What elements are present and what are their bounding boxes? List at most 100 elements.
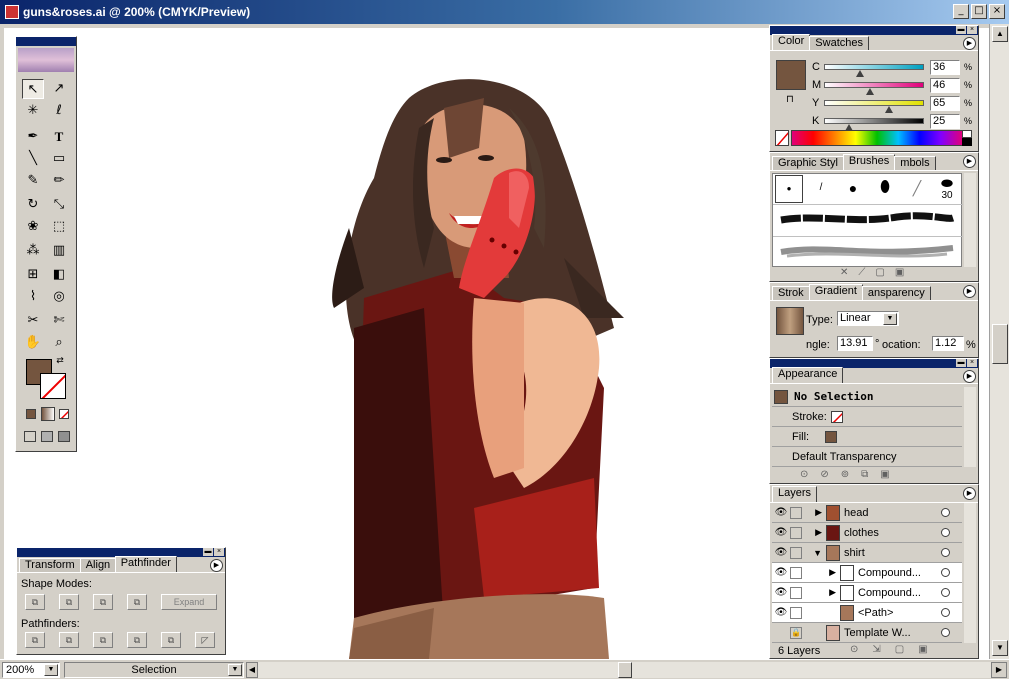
eye-icon[interactable]: 👁 bbox=[772, 527, 790, 538]
scale-tool-icon[interactable]: ⤡ bbox=[48, 195, 70, 215]
none-mode-icon[interactable] bbox=[59, 409, 69, 419]
gradient-mode-icon[interactable] bbox=[41, 407, 55, 421]
target-circle-icon[interactable] bbox=[941, 628, 950, 637]
layer-row[interactable]: 👁 ▼ shirt bbox=[772, 543, 962, 563]
crop-icon[interactable]: ⧉ bbox=[127, 632, 147, 648]
calligraphic-brush-6[interactable]: ⬬ 30 bbox=[933, 175, 961, 203]
color-mode-icon[interactable] bbox=[26, 409, 36, 419]
rotate-tool-icon[interactable]: ↻ bbox=[22, 195, 44, 215]
black-color-chip[interactable] bbox=[962, 138, 972, 146]
zoom-select[interactable]: 200% ▼ bbox=[2, 661, 60, 678]
status-tool-select[interactable]: Selection ▼ bbox=[64, 661, 244, 678]
vertical-scrollbar[interactable]: ▲ ▼ bbox=[989, 24, 1009, 659]
lock-toggle[interactable] bbox=[790, 506, 802, 519]
tab-gradient[interactable]: Gradient bbox=[808, 284, 863, 300]
target-circle-icon[interactable] bbox=[941, 608, 950, 617]
channel-slider[interactable] bbox=[824, 100, 924, 106]
layer-row[interactable]: 👁 ▶ clothes bbox=[772, 523, 962, 543]
free-transform-tool-icon[interactable]: ⬚ bbox=[48, 217, 70, 237]
pen-tool-icon[interactable]: ✒ bbox=[22, 127, 44, 147]
hand-tool-icon[interactable]: ✋ bbox=[22, 333, 44, 353]
full-screen-menu-mode-icon[interactable] bbox=[41, 431, 53, 442]
layer-row[interactable]: 👁 ▶ head bbox=[772, 503, 962, 523]
white-color-chip[interactable] bbox=[962, 130, 972, 138]
close-icon[interactable]: × bbox=[214, 548, 224, 556]
tab-transparency[interactable]: ansparency bbox=[861, 286, 931, 300]
panel-menu-icon[interactable]: ▶ bbox=[963, 487, 976, 500]
tab-symbols[interactable]: mbols bbox=[894, 156, 936, 170]
expand-triangle-icon[interactable]: ▶ bbox=[808, 587, 836, 598]
panel-menu-icon[interactable]: ▶ bbox=[963, 37, 976, 50]
appearance-selection-row[interactable]: No Selection bbox=[772, 387, 962, 407]
gradient-type-select[interactable]: Linear ▼ bbox=[837, 311, 899, 326]
appearance-panel-buttons[interactable]: ⊙⊘⊚⧉▣ bbox=[800, 469, 902, 480]
window-title-bar[interactable]: guns&roses.ai @ 200% (CMYK/Preview) _ □ … bbox=[0, 0, 1009, 24]
divide-icon[interactable]: ⧉ bbox=[25, 632, 45, 648]
color-channel-row-y[interactable]: Y 65% bbox=[810, 96, 975, 113]
current-fill-swatch[interactable] bbox=[776, 60, 806, 90]
toolbox-header[interactable] bbox=[16, 37, 76, 46]
calligraphic-brush-4[interactable]: ⬮ bbox=[871, 175, 899, 203]
outline-icon[interactable]: ⧉ bbox=[161, 632, 181, 648]
gamut-warning-icon[interactable]: ⊓ bbox=[786, 94, 794, 105]
exclude-shape-area-icon[interactable]: ⧉ bbox=[127, 594, 147, 610]
slider-thumb-icon[interactable] bbox=[866, 88, 874, 95]
subtract-shape-area-icon[interactable]: ⧉ bbox=[59, 594, 79, 610]
layer-row[interactable]: 🔒 Template W... bbox=[772, 623, 962, 643]
layers-scrollbar[interactable] bbox=[964, 503, 976, 643]
line-tool-icon[interactable]: ╲ bbox=[22, 149, 44, 169]
appearance-transparency-row[interactable]: Default Transparency bbox=[772, 447, 962, 467]
scroll-thumb[interactable] bbox=[992, 324, 1008, 364]
tab-pathfinder[interactable]: Pathfinder bbox=[114, 556, 177, 572]
tab-graphic-styles[interactable]: Graphic Styl bbox=[772, 156, 844, 170]
color-channel-row-c[interactable]: C 36% bbox=[810, 60, 975, 77]
chevron-down-icon[interactable]: ▼ bbox=[883, 313, 897, 325]
lock-toggle[interactable] bbox=[790, 566, 802, 579]
channel-value-input[interactable]: 25 bbox=[930, 114, 960, 129]
tab-transform[interactable]: Transform bbox=[19, 558, 81, 572]
rectangle-tool-icon[interactable]: ▭ bbox=[48, 149, 70, 169]
zoom-tool-icon[interactable]: ⌕ bbox=[48, 333, 70, 353]
lasso-tool-icon[interactable]: ℓ bbox=[48, 101, 70, 121]
stroke-none-swatch[interactable] bbox=[40, 373, 66, 399]
slider-thumb-icon[interactable] bbox=[856, 70, 864, 77]
target-circle-icon[interactable] bbox=[941, 548, 950, 557]
scroll-up-arrow-icon[interactable]: ▲ bbox=[992, 26, 1008, 42]
brush-list-scrollbar[interactable] bbox=[964, 173, 976, 267]
graph-tool-icon[interactable]: ▥ bbox=[48, 241, 70, 261]
layer-row[interactable]: 👁 ▶ Compound... bbox=[772, 583, 962, 603]
panel-menu-icon[interactable]: ▶ bbox=[963, 155, 976, 168]
none-color-icon[interactable] bbox=[775, 130, 789, 146]
channel-value-input[interactable]: 65 bbox=[930, 96, 960, 111]
tab-appearance[interactable]: Appearance bbox=[772, 367, 844, 383]
pencil-tool-icon[interactable]: ✏ bbox=[48, 171, 70, 191]
expand-triangle-icon[interactable]: ▶ bbox=[808, 507, 822, 518]
slider-thumb-icon[interactable] bbox=[885, 106, 893, 113]
eye-icon[interactable]: 👁 bbox=[772, 607, 790, 618]
layer-row[interactable]: 👁 <Path> bbox=[772, 603, 962, 623]
color-channel-row-m[interactable]: M 46% bbox=[810, 78, 975, 95]
full-screen-mode-icon[interactable] bbox=[58, 431, 70, 442]
lock-toggle[interactable] bbox=[790, 606, 802, 619]
collapse-icon[interactable]: ▬ bbox=[203, 548, 213, 556]
eye-icon[interactable]: 👁 bbox=[772, 547, 790, 558]
chevron-down-icon[interactable]: ▼ bbox=[228, 663, 242, 676]
expand-triangle-icon[interactable]: ▶ bbox=[808, 567, 836, 578]
close-icon[interactable]: × bbox=[967, 359, 977, 367]
paintbrush-tool-icon[interactable]: ✎ bbox=[22, 171, 44, 191]
channel-slider[interactable] bbox=[824, 82, 924, 88]
close-icon[interactable]: × bbox=[967, 26, 977, 34]
scroll-down-arrow-icon[interactable]: ▼ bbox=[992, 640, 1008, 656]
appearance-stroke-row[interactable]: Stroke: bbox=[772, 407, 962, 427]
layer-row[interactable]: 👁 ▶ Compound... bbox=[772, 563, 962, 583]
calligraphic-brush-1[interactable]: ● bbox=[775, 175, 803, 203]
expand-button[interactable]: Expand bbox=[161, 594, 217, 610]
close-button[interactable]: × bbox=[989, 4, 1005, 19]
channel-value-input[interactable]: 36 bbox=[930, 60, 960, 75]
selection-tool-icon[interactable]: ↖ bbox=[22, 79, 44, 99]
tab-align[interactable]: Align bbox=[79, 558, 116, 572]
brush-panel-buttons[interactable]: ✕⟋▢▣ bbox=[840, 267, 914, 278]
lock-toggle[interactable] bbox=[790, 546, 802, 559]
symbol-sprayer-tool-icon[interactable]: ⁂ bbox=[22, 241, 44, 261]
add-shape-area-icon[interactable]: ⧉ bbox=[25, 594, 45, 610]
